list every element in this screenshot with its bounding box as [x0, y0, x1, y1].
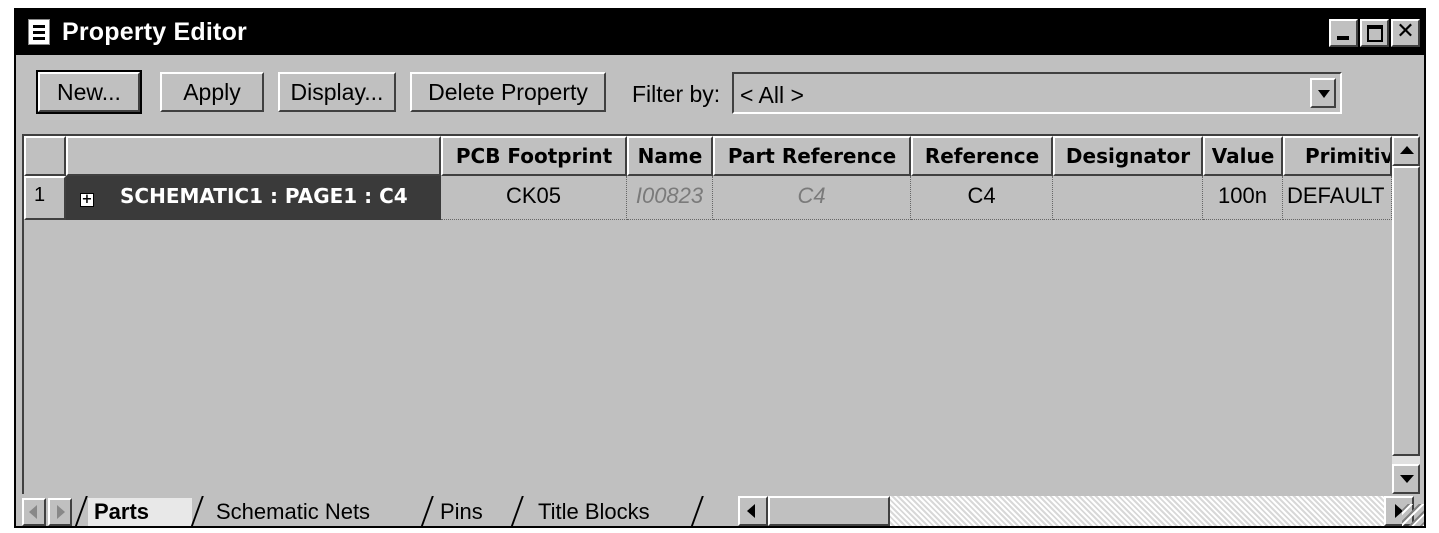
tab-divider	[420, 496, 434, 528]
table-cell[interactable]: CK05	[441, 176, 627, 220]
tab-divider	[690, 496, 704, 528]
corner-header[interactable]	[24, 136, 66, 176]
row-header-column[interactable]	[66, 136, 441, 176]
tab-divider	[190, 496, 204, 528]
property-editor-window: Property Editor ✕ New... Apply Display..…	[14, 8, 1426, 528]
scroll-up-icon[interactable]	[1392, 136, 1420, 166]
column-header[interactable]: PCB Footprint	[441, 136, 627, 176]
row-number[interactable]: 1	[24, 176, 66, 220]
property-grid: PCB Footprint Name Part Reference Refere…	[22, 134, 1420, 496]
row-label: SCHEMATIC1 : PAGE1 : C4	[120, 184, 408, 208]
column-header[interactable]: Name	[627, 136, 713, 176]
column-header[interactable]: Reference	[911, 136, 1053, 176]
table-cell[interactable]: C4	[713, 176, 911, 220]
tab-divider	[74, 496, 88, 528]
filter-label: Filter by:	[632, 81, 721, 107]
horizontal-scrollbar[interactable]	[738, 496, 1414, 526]
filter-select[interactable]: < All >	[732, 72, 1342, 114]
window-title: Property Editor	[62, 18, 247, 46]
scroll-left-icon[interactable]	[738, 496, 768, 526]
document-icon	[28, 19, 50, 45]
delete-property-button[interactable]: Delete Property	[410, 72, 606, 112]
new-button[interactable]: New...	[36, 70, 142, 114]
resize-grip-icon[interactable]	[1402, 504, 1424, 526]
apply-button[interactable]: Apply	[160, 72, 264, 112]
scroll-down-icon[interactable]	[1392, 464, 1420, 494]
column-header[interactable]: Value	[1203, 136, 1283, 176]
tab-parts[interactable]: Parts	[88, 498, 192, 526]
chevron-down-icon[interactable]	[1310, 78, 1336, 108]
display-button[interactable]: Display...	[278, 72, 396, 112]
table-cell[interactable]: 100n	[1203, 176, 1283, 220]
expand-icon[interactable]: +	[80, 193, 94, 207]
tab-scroll-left-icon[interactable]	[22, 498, 46, 526]
close-icon: ✕	[1396, 19, 1415, 44]
tab-scroll-right-icon[interactable]	[48, 498, 72, 526]
table-cell[interactable]: I00823	[627, 176, 713, 220]
minimize-button[interactable]	[1329, 19, 1358, 47]
toolbar: New... Apply Display... Delete Property …	[16, 62, 1424, 134]
title-bar[interactable]: Property Editor ✕	[16, 10, 1424, 55]
column-header[interactable]: Designator	[1053, 136, 1203, 176]
row-header[interactable]: + SCHEMATIC1 : PAGE1 : C4	[66, 176, 441, 220]
scroll-thumb[interactable]	[768, 496, 890, 526]
close-button[interactable]: ✕	[1391, 19, 1420, 47]
scroll-thumb[interactable]	[1392, 166, 1420, 456]
tab-bar: Parts Schematic Nets Pins Title Blocks	[16, 494, 1424, 528]
table-cell[interactable]: C4	[911, 176, 1053, 220]
table-cell[interactable]: DEFAULT	[1283, 176, 1392, 220]
tab-pins[interactable]: Pins	[434, 498, 520, 526]
maximize-button[interactable]	[1360, 19, 1389, 47]
tab-schematic-nets[interactable]: Schematic Nets	[210, 498, 420, 526]
table-cell[interactable]	[1053, 176, 1203, 220]
column-header[interactable]: Primitiv	[1283, 136, 1392, 176]
column-header[interactable]: Part Reference	[713, 136, 911, 176]
filter-value: < All >	[740, 82, 804, 108]
vertical-scrollbar[interactable]	[1392, 136, 1420, 496]
tab-title-blocks[interactable]: Title Blocks	[532, 498, 692, 526]
